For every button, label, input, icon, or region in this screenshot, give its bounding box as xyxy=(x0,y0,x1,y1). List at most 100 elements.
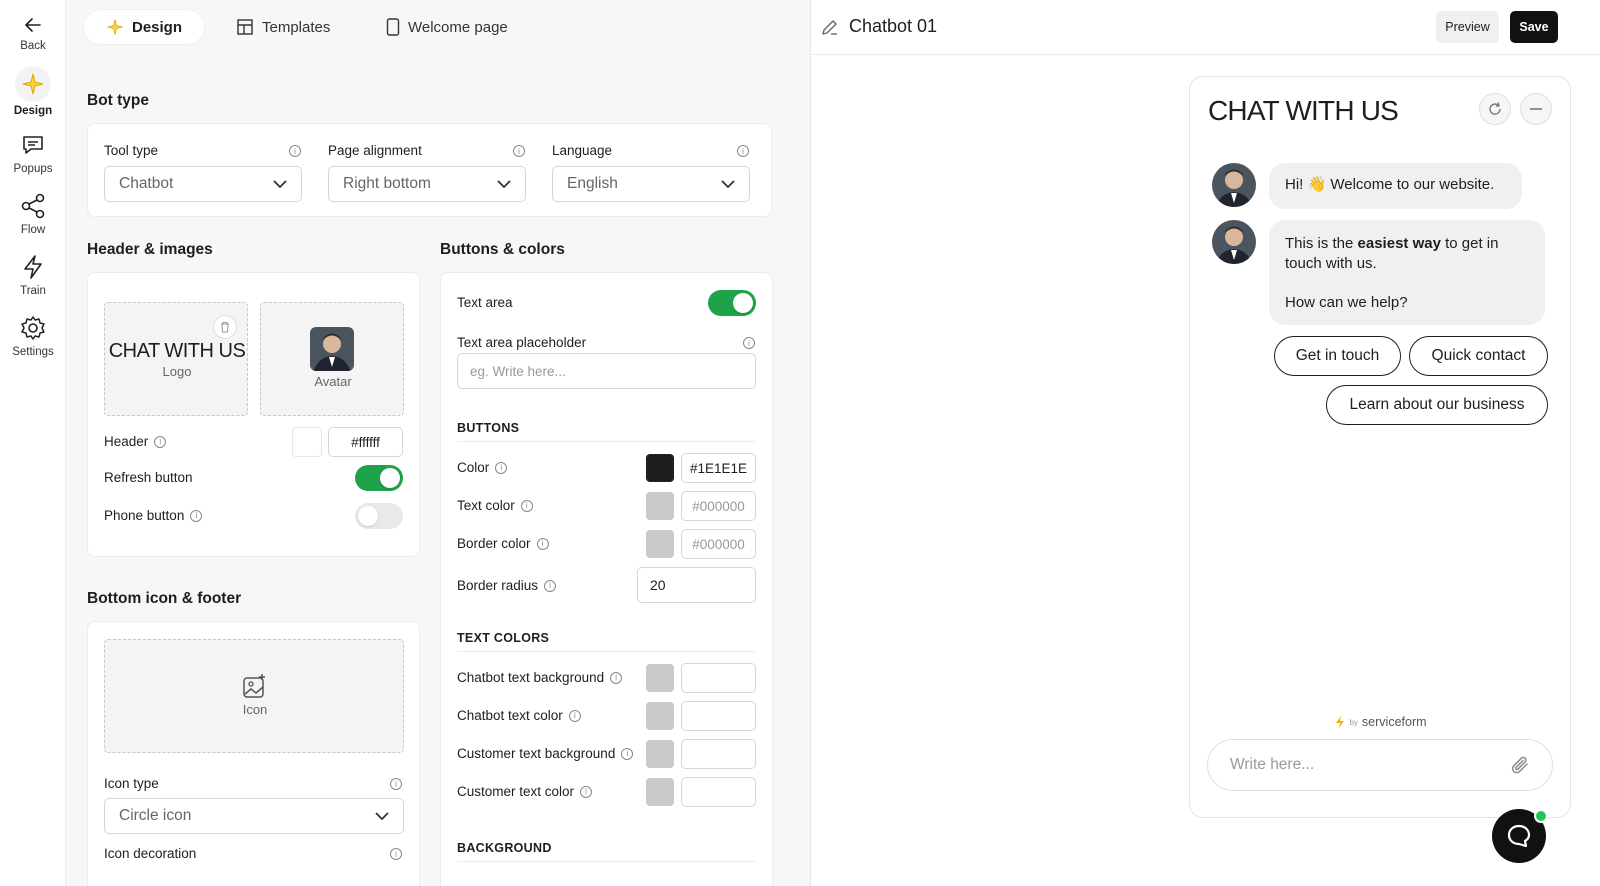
logo-upload[interactable]: CHAT WITH US Logo xyxy=(104,302,248,416)
chatbot-text-color-swatch[interactable] xyxy=(646,702,674,730)
icon-caption: Icon xyxy=(242,702,268,717)
customer-text-color-swatch[interactable] xyxy=(646,778,674,806)
chatbot-text-bg-input[interactable] xyxy=(681,663,756,693)
nav-label-flow: Flow xyxy=(20,224,46,236)
text-colors-heading: TEXT COLORS xyxy=(457,631,550,645)
bot-type-title: Bot type xyxy=(87,92,149,109)
info-icon: i xyxy=(513,145,525,157)
chatbot-text-bg-label: Chatbot text background i xyxy=(457,670,623,685)
image-add-icon xyxy=(243,674,265,698)
text-area-label: Text area xyxy=(457,295,513,310)
preview-button[interactable]: Preview xyxy=(1436,11,1499,43)
nav-item-design[interactable]: Design xyxy=(0,66,66,117)
preview-header: Chatbot 01 Preview Save xyxy=(811,0,1600,55)
icon-type-select[interactable]: Circle icon xyxy=(104,798,404,834)
chat-input[interactable]: Write here... xyxy=(1207,739,1553,791)
quick-reply-quick-contact[interactable]: Quick contact xyxy=(1409,336,1548,376)
bot-name[interactable]: Chatbot 01 xyxy=(849,16,937,37)
header-label: Header i xyxy=(104,434,167,449)
button-color-input[interactable]: #1E1E1E xyxy=(681,453,756,483)
bot-message: Hi! 👋 Welcome to our website. xyxy=(1269,163,1522,209)
border-color-swatch[interactable] xyxy=(646,530,674,558)
pencil-icon[interactable] xyxy=(821,18,839,36)
avatar xyxy=(1212,163,1256,207)
header-color-input[interactable]: #ffffff xyxy=(328,427,403,457)
logo-caption: Logo xyxy=(162,364,192,379)
preview-panel: Chatbot 01 Preview Save CHAT WITH US Hi!… xyxy=(811,0,1600,886)
page-alignment-value: Right bottom xyxy=(343,175,431,192)
header-color-swatch[interactable] xyxy=(292,427,322,457)
paperclip-icon[interactable] xyxy=(1510,754,1530,776)
info-icon: i xyxy=(390,778,402,790)
avatar-caption: Avatar xyxy=(314,374,352,389)
border-radius-label: Border radius i xyxy=(457,578,557,593)
divider xyxy=(457,861,756,862)
chevron-down-icon xyxy=(497,180,511,188)
chatbot-text-bg-swatch[interactable] xyxy=(646,664,674,692)
page-alignment-select[interactable]: Right bottom xyxy=(328,166,526,202)
customer-text-color-label: Customer text color i xyxy=(457,784,593,799)
nav-item-flow[interactable]: Flow xyxy=(0,191,66,236)
info-icon: i xyxy=(289,145,301,157)
sparkle-icon xyxy=(107,19,123,35)
editor-tabs: Design Templates Welcome page xyxy=(66,0,810,54)
trash-icon[interactable] xyxy=(213,315,237,339)
gear-icon xyxy=(18,313,48,343)
text-color-input[interactable]: #000000 xyxy=(681,491,756,521)
button-color-swatch[interactable] xyxy=(646,454,674,482)
info-icon: i xyxy=(743,337,755,349)
minimize-icon[interactable] xyxy=(1520,93,1552,125)
info-icon: i xyxy=(154,435,167,448)
icon-upload[interactable]: Icon xyxy=(104,639,404,753)
chatbot-text-color-input[interactable] xyxy=(681,701,756,731)
chat-widget: CHAT WITH US Hi! 👋 Welcome to our websit… xyxy=(1189,76,1571,818)
text-area-placeholder-input[interactable]: eg. Write here... xyxy=(457,353,756,389)
refresh-button-toggle[interactable] xyxy=(355,465,403,491)
avatar-upload[interactable]: Avatar xyxy=(260,302,404,416)
bottom-footer-title: Bottom icon & footer xyxy=(87,590,242,607)
bolt-icon xyxy=(18,252,48,282)
buttons-heading: BUTTONS xyxy=(457,421,520,435)
nav-item-train[interactable]: Train xyxy=(0,252,66,297)
phone-button-toggle[interactable] xyxy=(355,503,403,529)
info-icon: i xyxy=(520,499,533,512)
back-label: Back xyxy=(20,40,46,52)
tab-templates[interactable]: Templates xyxy=(214,10,352,44)
logo-text: CHAT WITH US xyxy=(108,340,246,362)
refresh-icon[interactable] xyxy=(1479,93,1511,125)
quick-reply-get-in-touch[interactable]: Get in touch xyxy=(1274,336,1401,376)
tool-type-select[interactable]: Chatbot xyxy=(104,166,302,202)
powered-by: by serviceform xyxy=(1190,715,1572,729)
nav-label-popups: Popups xyxy=(13,163,53,175)
language-select[interactable]: English xyxy=(552,166,750,202)
back-button[interactable]: Back xyxy=(0,10,66,52)
save-button[interactable]: Save xyxy=(1510,11,1558,43)
buttons-colors-card: Text area Text area placeholder i eg. Wr… xyxy=(440,272,773,886)
text-area-toggle[interactable] xyxy=(708,290,756,316)
chevron-down-icon xyxy=(375,812,389,820)
info-icon: i xyxy=(568,709,581,722)
tab-welcome-label: Welcome page xyxy=(408,18,508,36)
nav-item-settings[interactable]: Settings xyxy=(0,313,66,358)
info-icon: i xyxy=(544,579,557,592)
quick-reply-learn-about[interactable]: Learn about our business xyxy=(1326,385,1548,425)
icon-decoration-label: Icon decoration xyxy=(104,846,197,861)
customer-text-bg-swatch[interactable] xyxy=(646,740,674,768)
customer-text-bg-input[interactable] xyxy=(681,739,756,769)
icon-type-value: Circle icon xyxy=(119,807,192,824)
tab-design[interactable]: Design xyxy=(84,10,205,44)
sparkle-icon xyxy=(15,66,51,102)
chevron-down-icon xyxy=(273,180,287,188)
nav-item-popups[interactable]: Popups xyxy=(0,130,66,175)
customer-text-color-input[interactable] xyxy=(681,777,756,807)
bot-message: This is the easiest way to get in touch … xyxy=(1269,220,1545,325)
chat-bubble-icon xyxy=(1507,824,1531,848)
page-alignment-label: Page alignment xyxy=(328,143,422,158)
refresh-button-label: Refresh button xyxy=(104,470,193,485)
tool-type-value: Chatbot xyxy=(119,175,174,192)
text-color-swatch[interactable] xyxy=(646,492,674,520)
border-color-input[interactable]: #000000 xyxy=(681,529,756,559)
border-radius-input[interactable]: 20 xyxy=(637,567,756,603)
language-value: English xyxy=(567,175,618,192)
tab-welcome-page[interactable]: Welcome page xyxy=(364,10,530,44)
